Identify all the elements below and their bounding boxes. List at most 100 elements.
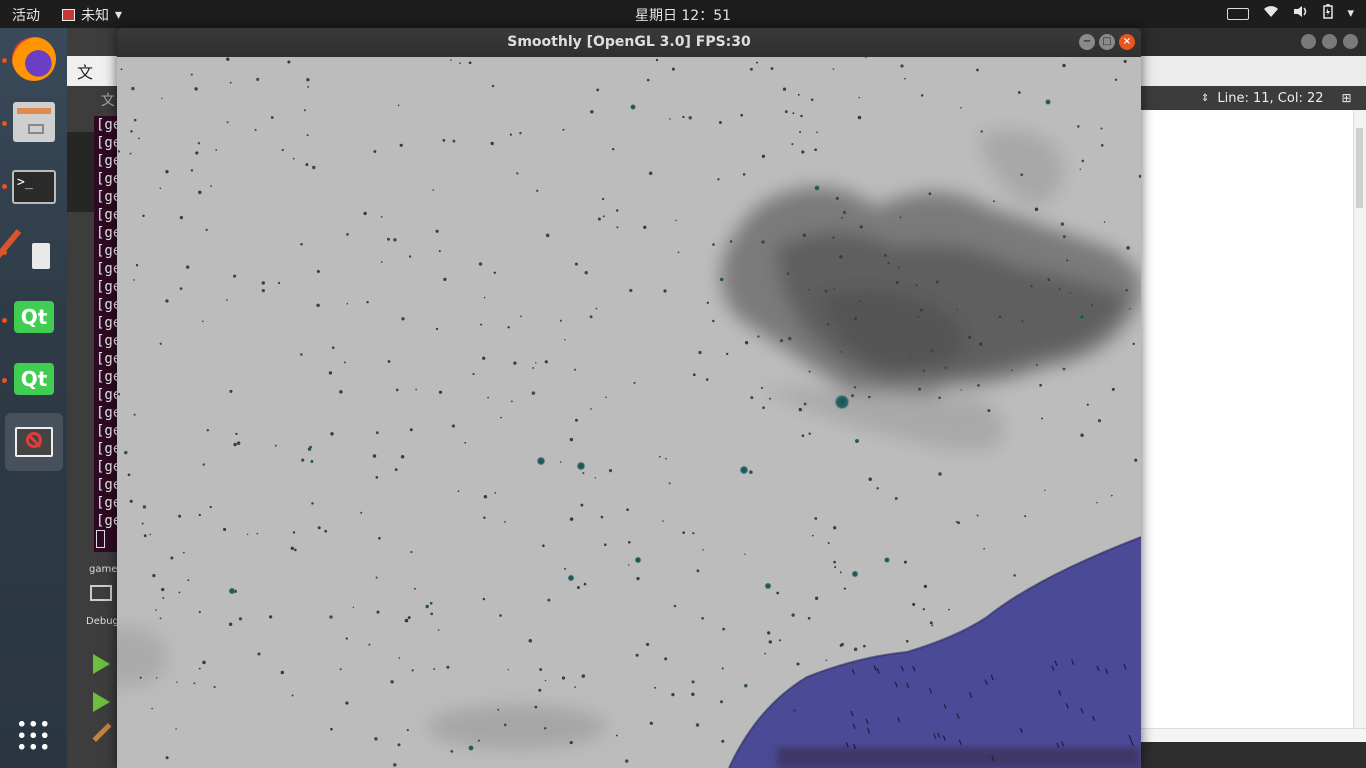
star [393, 763, 397, 767]
dock-item-files[interactable] [5, 93, 63, 151]
star [920, 94, 924, 97]
star [930, 348, 934, 353]
star [477, 739, 480, 742]
terminal-line: [ge [96, 189, 117, 205]
star [582, 472, 585, 475]
star [671, 692, 675, 697]
star [1060, 222, 1065, 226]
star [437, 629, 440, 631]
app-menu[interactable]: 未知 ▾ [62, 5, 122, 25]
star [482, 597, 486, 601]
run-button[interactable] [93, 654, 110, 674]
star [1058, 288, 1061, 291]
star [202, 463, 205, 466]
star [142, 214, 145, 218]
game-titlebar[interactable]: Smoothly [OpenGL 3.0] FPS:30 − □ × [117, 28, 1141, 57]
activities-button[interactable]: 活动 [12, 5, 40, 25]
star [539, 668, 543, 671]
star [400, 454, 405, 459]
star [1062, 367, 1066, 371]
star [719, 277, 724, 282]
star [749, 470, 753, 474]
planet-dot [884, 557, 890, 563]
star [380, 216, 383, 218]
star [859, 225, 863, 229]
power-menu-icon[interactable]: ▾ [1347, 6, 1354, 21]
minimize-icon[interactable] [1301, 34, 1316, 49]
monitor-icon[interactable] [90, 585, 112, 601]
wifi-icon [1263, 5, 1279, 22]
dock-item-terminal[interactable]: >_ [5, 158, 63, 216]
star [397, 104, 400, 107]
dock-item-firefox[interactable] [5, 30, 63, 88]
star [311, 502, 314, 505]
star [1123, 59, 1127, 63]
dock-item-unknown-app[interactable] [5, 413, 63, 471]
star [904, 77, 906, 80]
star [701, 617, 704, 620]
dock-item-paint[interactable] [5, 222, 63, 280]
star [195, 151, 199, 155]
close-button[interactable]: × [1119, 34, 1135, 50]
star [482, 356, 486, 360]
star [165, 170, 169, 174]
star [432, 189, 434, 191]
maximize-icon[interactable] [1322, 34, 1337, 49]
keyboard-icon[interactable] [1227, 7, 1250, 20]
sort-arrows-icon[interactable]: ⇕ [1201, 93, 1209, 104]
editor-statusbar: ⇕ Line: 11, Col: 22 ⊞ [1141, 86, 1366, 110]
star [808, 370, 811, 373]
system-tray[interactable]: ▾ [1227, 4, 1354, 23]
planet-dot [630, 104, 636, 110]
file-tab[interactable]: 文 [67, 56, 117, 86]
editor-hscrollbar[interactable] [1141, 728, 1366, 743]
star [534, 705, 538, 709]
planet-dot [576, 461, 586, 471]
split-view-icon[interactable]: ⊞ [1342, 91, 1352, 105]
star [762, 406, 765, 410]
close-icon[interactable] [1343, 34, 1358, 49]
star [300, 353, 303, 356]
editor-scrollbar[interactable] [1353, 110, 1366, 730]
app-name: 未知 [81, 8, 109, 24]
star [569, 741, 573, 745]
dock-item-qt-designer[interactable]: Qt [5, 350, 63, 408]
star [330, 727, 333, 731]
build-config-label[interactable]: Debug [86, 616, 119, 627]
star [900, 64, 904, 68]
star [352, 606, 355, 609]
star [1069, 292, 1072, 294]
show-applications-icon[interactable] [16, 718, 50, 752]
star [796, 662, 800, 666]
star [235, 432, 238, 436]
game-viewport[interactable] [117, 57, 1141, 768]
minimize-button[interactable]: − [1079, 34, 1095, 50]
star [1020, 173, 1024, 177]
firefox-icon [12, 37, 56, 81]
build-target-label[interactable]: game [89, 564, 117, 575]
star [833, 287, 836, 290]
clock[interactable]: 星期日 12：51 [0, 5, 1366, 25]
star [301, 458, 305, 462]
star [225, 299, 228, 301]
terminal-line: [ge [96, 351, 117, 367]
star [576, 586, 580, 589]
star [814, 596, 819, 600]
dock-item-qt-creator[interactable]: Qt [5, 288, 63, 346]
star [237, 442, 240, 445]
game-window[interactable]: Smoothly [OpenGL 3.0] FPS:30 − □ × [117, 28, 1141, 768]
star [597, 217, 601, 221]
star [629, 288, 633, 293]
scroll-thumb[interactable] [1356, 128, 1363, 208]
star [194, 87, 198, 91]
terminal-line: [ge [96, 207, 117, 223]
debug-run-button[interactable] [93, 692, 110, 712]
planet-dot [814, 185, 820, 191]
star [198, 667, 201, 670]
cursor-position[interactable]: Line: 11, Col: 22 [1217, 91, 1323, 106]
star [310, 460, 314, 463]
star [635, 653, 639, 657]
maximize-button[interactable]: □ [1099, 34, 1115, 50]
terminal-line: [ge [96, 243, 117, 259]
star [305, 163, 309, 167]
